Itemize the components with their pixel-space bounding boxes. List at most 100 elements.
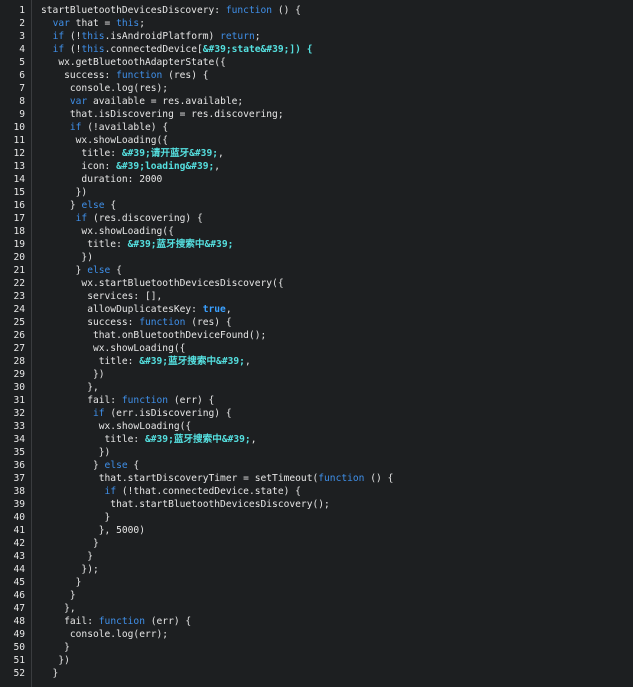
- code-token: .isAndroidPlatform): [104, 31, 221, 42]
- code-line[interactable]: 19 title: &#39;蓝牙搜索中&#39;: [0, 238, 633, 251]
- code-line[interactable]: 7 console.log(res);: [0, 82, 633, 95]
- code-token: }: [41, 538, 99, 549]
- code-line[interactable]: 27 wx.showLoading({: [0, 342, 633, 355]
- code-line[interactable]: 9 that.isDiscovering = res.discovering;: [0, 108, 633, 121]
- code-token: (!that.connectedDevice.state) {: [116, 486, 301, 497]
- code-line[interactable]: 11 wx.showLoading({: [0, 134, 633, 147]
- code-line[interactable]: 18 wx.showLoading({: [0, 225, 633, 238]
- line-number: 14: [13, 174, 25, 185]
- code-line[interactable]: 28 title: &#39;蓝牙搜索中&#39;,: [0, 355, 633, 368]
- code-line[interactable]: 29 }): [0, 368, 633, 381]
- code-line[interactable]: 33 wx.showLoading({: [0, 420, 633, 433]
- code-line[interactable]: 45 }: [0, 576, 633, 589]
- code-line[interactable]: 49 console.log(err);: [0, 628, 633, 641]
- code-token: ,: [250, 434, 257, 445]
- code-token: }: [41, 551, 93, 562]
- code-keyword: else: [87, 265, 111, 276]
- code-line[interactable]: 20 }): [0, 251, 633, 264]
- code-line[interactable]: 16 } else {: [0, 199, 633, 212]
- code-line[interactable]: 13 icon: &#39;loading&#39;,: [0, 160, 633, 173]
- line-number: 33: [13, 421, 25, 432]
- code-line[interactable]: 22 wx.startBluetoothDevicesDiscovery({: [0, 277, 633, 290]
- code-line[interactable]: 30 },: [0, 381, 633, 394]
- code-token: },: [41, 603, 76, 614]
- code-text: if (!this.connectedDevice[&#39;state&#39…: [41, 43, 313, 56]
- code-token: fail:: [41, 395, 122, 406]
- code-line[interactable]: 25 success: function (res) {: [0, 316, 633, 329]
- code-token: },: [41, 382, 99, 393]
- code-line[interactable]: 17 if (res.discovering) {: [0, 212, 633, 225]
- line-number: 38: [13, 486, 25, 497]
- code-editor[interactable]: 1 startBluetoothDevicesDiscovery: functio…: [0, 0, 633, 687]
- code-token: allowDuplicatesKey:: [41, 304, 203, 315]
- line-number: 21: [13, 265, 25, 276]
- line-number: 44: [13, 564, 25, 575]
- code-line[interactable]: 31 fail: function (err) {: [0, 394, 633, 407]
- code-line[interactable]: 23 services: [],: [0, 290, 633, 303]
- code-line[interactable]: 38 if (!that.connectedDevice.state) {: [0, 485, 633, 498]
- code-line[interactable]: 1 startBluetoothDevicesDiscovery: functio…: [0, 4, 633, 17]
- code-text: if (res.discovering) {: [41, 212, 203, 225]
- code-text: });: [41, 563, 98, 576]
- code-line[interactable]: 6 success: function (res) {: [0, 69, 633, 82]
- code-string: ]) {: [289, 44, 313, 55]
- code-line[interactable]: 12 title: &#39;请开蓝牙&#39;,: [0, 147, 633, 160]
- code-line[interactable]: 5 wx.getBluetoothAdapterState({: [0, 56, 633, 69]
- code-line[interactable]: 14 duration: 2000: [0, 173, 633, 186]
- code-token: that =: [69, 18, 117, 29]
- code-line[interactable]: 24 allowDuplicatesKey: true,: [0, 303, 633, 316]
- code-text: } else {: [41, 199, 116, 212]
- code-line[interactable]: 15 }): [0, 186, 633, 199]
- code-line[interactable]: 44 });: [0, 563, 633, 576]
- code-token: title:: [41, 239, 128, 250]
- code-keyword: function: [98, 616, 145, 627]
- code-line[interactable]: 26 that.onBluetoothDeviceFound();: [0, 329, 633, 342]
- code-text: wx.getBluetoothAdapterState({: [41, 56, 226, 69]
- line-number: 31: [13, 395, 25, 406]
- code-line[interactable]: 37 that.startDiscoveryTimer = setTimeout…: [0, 472, 633, 485]
- code-line[interactable]: 41 }, 5000): [0, 524, 633, 537]
- line-number: 13: [13, 161, 25, 172]
- code-line[interactable]: 52 }: [0, 667, 633, 680]
- code-line[interactable]: 34 title: &#39;蓝牙搜索中&#39;,: [0, 433, 633, 446]
- line-number: 45: [13, 577, 25, 588]
- code-token: icon:: [41, 161, 117, 172]
- code-line[interactable]: 2 var that = this;: [0, 17, 633, 30]
- code-line[interactable]: 46 }: [0, 589, 633, 602]
- line-number: 11: [13, 135, 25, 146]
- code-keyword: function: [116, 70, 163, 81]
- line-number: 39: [13, 499, 25, 510]
- code-line[interactable]: 35 }): [0, 446, 633, 459]
- code-line[interactable]: 32 if (err.isDiscovering) {: [0, 407, 633, 420]
- code-line[interactable]: 8 var available = res.available;: [0, 95, 633, 108]
- line-number: 23: [13, 291, 25, 302]
- code-line[interactable]: 10 if (!available) {: [0, 121, 633, 134]
- code-text: }: [41, 641, 70, 654]
- line-number: 19: [13, 239, 25, 250]
- code-token: () {: [364, 473, 394, 484]
- code-line[interactable]: 39 that.startBluetoothDevicesDiscovery()…: [0, 498, 633, 511]
- code-line[interactable]: 36 } else {: [0, 459, 633, 472]
- line-number: 34: [13, 434, 25, 445]
- code-line[interactable]: 51 }): [0, 654, 633, 667]
- code-line[interactable]: 21 } else {: [0, 264, 633, 277]
- code-line[interactable]: 3 if (!this.isAndroidPlatform) return;: [0, 30, 633, 43]
- code-token: (res) {: [162, 70, 209, 81]
- line-number: 16: [13, 200, 25, 211]
- code-line[interactable]: 47 },: [0, 602, 633, 615]
- code-line[interactable]: 40 }: [0, 511, 633, 524]
- code-line[interactable]: 4 if (!this.connectedDevice[&#39;state&#…: [0, 43, 633, 56]
- code-text: if (!available) {: [41, 121, 168, 134]
- code-line[interactable]: 50 }: [0, 641, 633, 654]
- code-text: title: &#39;请开蓝牙&#39;,: [41, 147, 223, 160]
- code-line[interactable]: 48 fail: function (err) {: [0, 615, 633, 628]
- code-token: console.log(err);: [41, 629, 169, 640]
- code-string: &#39;请开蓝牙&#39;: [121, 148, 219, 159]
- line-number: 5: [19, 57, 25, 68]
- code-text: var that = this;: [41, 17, 145, 30]
- code-line[interactable]: 42 }: [0, 537, 633, 550]
- code-line[interactable]: 43 }: [0, 550, 633, 563]
